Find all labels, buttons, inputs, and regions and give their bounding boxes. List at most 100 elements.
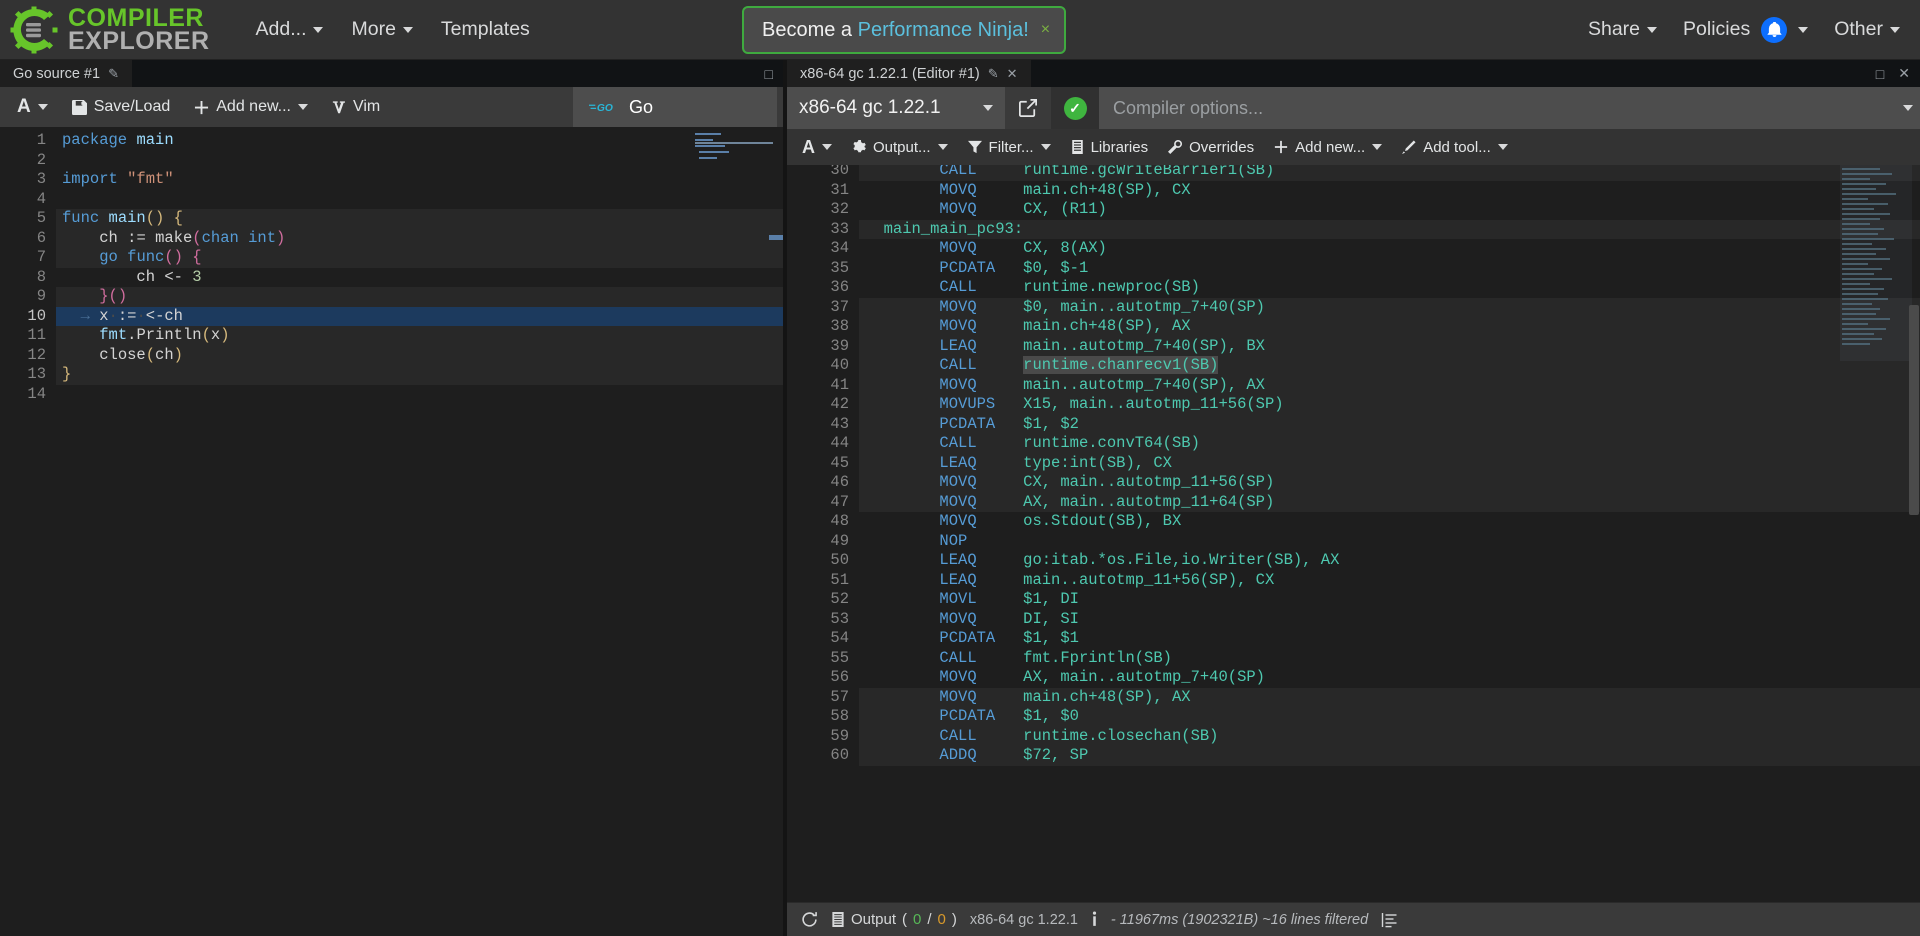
compiler-actions-toolbar: A Output... Filter... Libraries Override… (787, 129, 1920, 165)
compiler-add-new-button[interactable]: Add new... (1265, 134, 1391, 161)
asm-vertical-scrollbar[interactable] (1908, 165, 1920, 902)
nav-item-templates[interactable]: Templates (429, 10, 542, 49)
asm-operands: $1, $1 (1023, 629, 1079, 647)
plus-icon (1274, 140, 1288, 154)
compiler-pane: x86-64 gc 1.22.1 (Editor #1) ✎ ✕ □ ✕ x86… (787, 60, 1920, 936)
maximize-icon[interactable]: □ (765, 66, 773, 82)
close-icon[interactable]: × (1041, 21, 1050, 39)
asm-operands: runtime.closechan(SB) (1023, 726, 1219, 745)
edit-pencil-icon[interactable]: ✎ (988, 66, 999, 82)
asm-operands: $1, $0 (1023, 707, 1079, 725)
nav-more-label: More (351, 18, 396, 40)
save-load-button[interactable]: Save/Load (61, 92, 182, 122)
editor-code-lines[interactable]: package main import "fmt" func main() { … (56, 127, 783, 936)
maximize-icon[interactable]: □ (1876, 66, 1884, 82)
chevron-down-icon (313, 26, 324, 33)
nav-item-other[interactable]: Other (1822, 10, 1912, 49)
asm-line-number: 35 (830, 258, 849, 277)
libraries-button[interactable]: Libraries (1062, 134, 1158, 161)
code-line: }() (56, 287, 783, 307)
nav-item-add[interactable]: Add... (244, 10, 336, 49)
filter-button[interactable]: Filter... (959, 134, 1060, 161)
vim-mode-button[interactable]: Vim (321, 92, 391, 122)
asm-instruction-line: MOVQ CX, (R11) (859, 200, 1920, 220)
compiler-selector[interactable]: x86-64 gc 1.22.1 (787, 87, 1005, 129)
compiler-options-dropdown-button[interactable] (1896, 87, 1920, 129)
asm-label-line: main_main_pc93: (859, 219, 1920, 239)
asm-line-number: 55 (830, 648, 849, 667)
output-warning-count: 0 (937, 911, 946, 928)
asm-operands: $1, DI (1023, 590, 1079, 608)
asm-line-number: 60 (830, 746, 849, 764)
asm-mnemonic: MOVL (865, 590, 977, 608)
asm-operands: $0, $-1 (1023, 258, 1089, 277)
chevron-down-icon (983, 105, 993, 111)
add-tool-button[interactable]: Add tool... (1393, 134, 1517, 161)
editor-add-new-button[interactable]: Add new... (183, 92, 319, 122)
chevron-down-icon (822, 144, 832, 150)
compiler-tab[interactable]: x86-64 gc 1.22.1 (Editor #1) ✎ ✕ (787, 60, 1031, 87)
editor-vertical-scrollbar[interactable] (771, 127, 783, 936)
asm-code-lines[interactable]: CALL runtime.gcWriteBarrier1(SB) MOVQ ma… (859, 165, 1920, 902)
chevron-down-icon (1647, 26, 1658, 33)
code-line-current: → x·:=·<-ch (56, 306, 783, 326)
chevron-down-icon (937, 144, 948, 150)
promo-banner[interactable]: Become a Performance Ninja! × (742, 6, 1067, 54)
asm-line-number: 59 (830, 726, 849, 745)
close-pane-icon[interactable]: ✕ (1898, 65, 1910, 82)
asm-instruction-line: CALL runtime.convT64(SB) (859, 434, 1920, 454)
nav-item-share[interactable]: Share (1576, 10, 1669, 49)
overrides-button[interactable]: Overrides (1159, 134, 1263, 161)
chevron-down-icon (1372, 144, 1383, 150)
asm-instruction-line: MOVQ main.ch+48(SP), AX (859, 687, 1920, 707)
refresh-icon[interactable] (801, 911, 818, 928)
vim-label: Vim (352, 98, 381, 115)
promo-text-plain: Become a (762, 18, 858, 41)
asm-font-size-button[interactable]: A (793, 132, 841, 163)
compile-status-badge[interactable]: ✓ (1051, 87, 1099, 129)
add-tool-label: Add tool... (1423, 138, 1491, 156)
asm-instruction-line: CALL runtime.closechan(SB) (859, 726, 1920, 746)
edit-pencil-icon[interactable]: ✎ (108, 66, 119, 82)
close-icon[interactable]: ✕ (1007, 66, 1018, 82)
assembly-output[interactable]: 30 31 32 33 34 35 36 37 38 39 40 41 42 43 44 45 46 47 48 49… (787, 165, 1920, 902)
output-status-button[interactable]: Output (0/0) (831, 911, 957, 928)
site-logo[interactable]: COMPILER EXPLORER (0, 5, 210, 54)
editor-add-new-label: Add new... (216, 98, 291, 115)
asm-operands: os.Stdout(SB), BX (1023, 512, 1182, 530)
asm-operands: DI, SI (1023, 609, 1079, 628)
nav-item-policies[interactable]: Policies (1671, 9, 1820, 51)
lines-icon[interactable] (1381, 912, 1398, 928)
open-in-new-window-button[interactable] (1005, 87, 1051, 129)
asm-line-number: 53 (830, 609, 849, 628)
asm-operands: CX, (R11) (1023, 200, 1107, 218)
asm-instruction-line: MOVQ os.Stdout(SB), BX (859, 512, 1920, 532)
nav-item-more[interactable]: More (339, 10, 424, 49)
info-icon[interactable] (1091, 911, 1098, 928)
chevron-down-icon (1903, 105, 1913, 111)
status-compiler-name: x86-64 gc 1.22.1 (969, 911, 1078, 928)
asm-line-number: 47 (830, 492, 849, 511)
notification-bell-icon[interactable] (1761, 16, 1788, 43)
asm-line-number: 46 (830, 473, 849, 491)
asm-mnemonic: ADDQ (865, 746, 977, 764)
output-button[interactable]: Output... (843, 134, 957, 161)
code-line: close(ch) (56, 345, 783, 365)
editor-tab[interactable]: Go source #1 ✎ (0, 60, 132, 87)
asm-mnemonic: LEAQ (865, 453, 977, 472)
asm-line-number: 31 (830, 180, 849, 199)
language-selector[interactable]: GO Go (573, 87, 777, 127)
asm-mnemonic: LEAQ (865, 551, 977, 569)
compiler-tab-label: x86-64 gc 1.22.1 (Editor #1) (800, 65, 980, 82)
font-size-button[interactable]: A (6, 90, 59, 124)
nav-add-label: Add... (255, 18, 307, 40)
source-code-editor[interactable]: 1 2 3 4 5 6 7 8 9 10 11 12 13 14 package… (0, 127, 783, 936)
asm-mnemonic: MOVQ (865, 609, 977, 628)
compiler-options-input[interactable] (1099, 87, 1896, 129)
floppy-disk-icon (71, 99, 87, 115)
asm-instruction-line: PCDATA $1, $1 (859, 629, 1920, 649)
promo-text-link[interactable]: Performance Ninja! (858, 19, 1029, 41)
svg-text:GO: GO (597, 103, 613, 114)
